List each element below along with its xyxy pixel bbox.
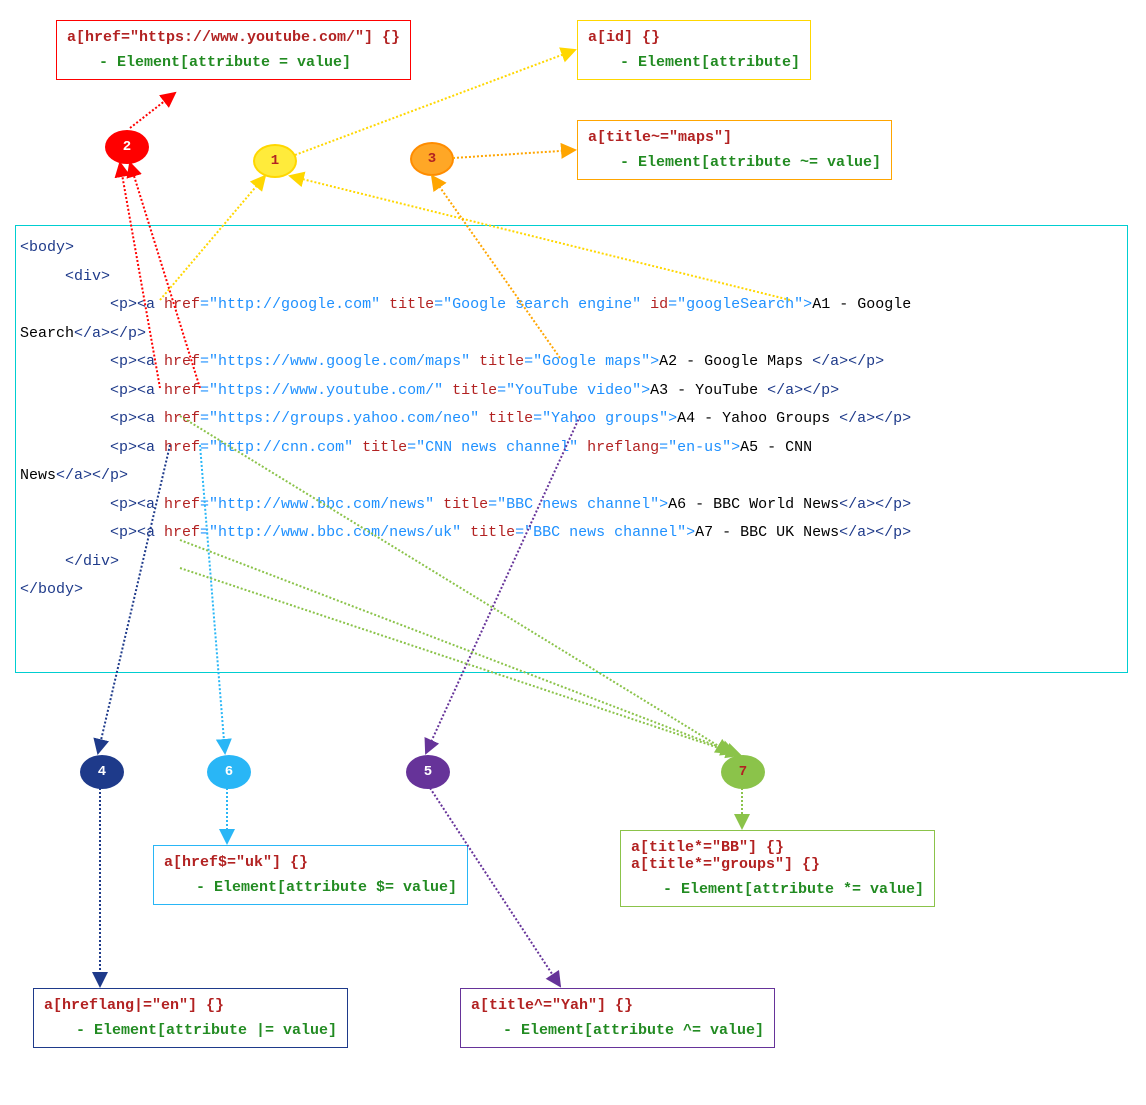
ellipse-3: 3 — [410, 142, 454, 176]
ellipse-6: 6 — [207, 755, 251, 789]
pattern-text: - Element[attribute ^= value] — [503, 1022, 764, 1039]
rule-text: a[href="https://www.youtube.com/"] {} — [67, 29, 400, 46]
pattern-text: - Element[attribute] — [620, 54, 800, 71]
pattern-text: - Element[attribute = value] — [99, 54, 400, 71]
ellipse-2: 2 — [105, 130, 149, 164]
ellipse-5: 5 — [406, 755, 450, 789]
rule-text: a[id] {} — [588, 29, 660, 46]
rule-text: a[hreflang|="en"] {} — [44, 997, 224, 1014]
selector-box-1: a[id] {} - Element[attribute] — [577, 20, 811, 80]
rule-text: a[title^="Yah"] {} — [471, 997, 633, 1014]
rule-text: a[title*="BB"] {} — [631, 839, 784, 856]
ellipse-7: 7 — [721, 755, 765, 789]
rule-text: a[title~="maps"] — [588, 129, 732, 146]
ellipse-4: 4 — [80, 755, 124, 789]
selector-box-3: a[title~="maps"] - Element[attribute ~= … — [577, 120, 892, 180]
rule-text-2: a[title*="groups"] {} — [631, 856, 820, 873]
selector-box-7: a[title*="BB"] {} a[title*="groups"] {} … — [620, 830, 935, 907]
rule-text: a[href$="uk"] {} — [164, 854, 308, 871]
selector-box-2: a[href="https://www.youtube.com/"] {} - … — [56, 20, 411, 80]
pattern-text: - Element[attribute $= value] — [196, 879, 457, 896]
pattern-text: - Element[attribute ~= value] — [620, 154, 881, 171]
selector-box-5: a[title^="Yah"] {} - Element[attribute ^… — [460, 988, 775, 1048]
pattern-text: - Element[attribute |= value] — [76, 1022, 337, 1039]
selector-box-4: a[hreflang|="en"] {} - Element[attribute… — [33, 988, 348, 1048]
code-block: <body> <div> <p><a href="http://google.c… — [15, 225, 1128, 673]
pattern-text: - Element[attribute *= value] — [663, 881, 924, 898]
ellipse-1: 1 — [253, 144, 297, 178]
selector-box-6: a[href$="uk"] {} - Element[attribute $= … — [153, 845, 468, 905]
